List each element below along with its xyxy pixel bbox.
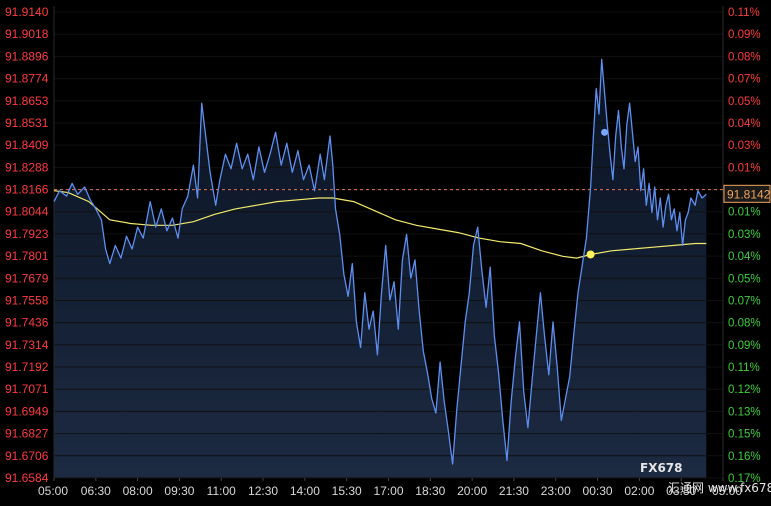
- y-tick-left: 91.6706: [5, 449, 49, 463]
- x-tick-label: 17:00: [373, 484, 403, 498]
- y-tick-left: 91.6949: [5, 404, 49, 418]
- y-tick-right: 0.11%: [728, 362, 760, 374]
- x-tick-label: 09:30: [164, 484, 194, 498]
- x-tick-label: 08:00: [123, 484, 153, 498]
- y-tick-left: 91.8896: [5, 49, 49, 63]
- y-tick-left: 91.7558: [5, 293, 49, 307]
- x-tick-label: 05:00: [38, 484, 68, 498]
- y-tick-left: 91.9140: [5, 5, 49, 19]
- chart-svg: 91.9140 91.9018 91.8896 91.8774 91.8653 91.85…: [0, 0, 771, 501]
- x-tick-label: 14:00: [290, 484, 320, 498]
- x-tick-label: 06:30: [81, 484, 111, 498]
- y-tick-right: 0.04%: [728, 251, 761, 263]
- y-tick-right: 0.03%: [728, 229, 761, 241]
- y-tick-right: 0.11%: [728, 7, 760, 19]
- x-tick-label: 20:00: [457, 484, 487, 498]
- watermark-text: 汇通网 www.fx678.com: [668, 481, 771, 495]
- y-tick-left: 91.6827: [5, 427, 49, 441]
- y-tick-left: 91.7923: [5, 227, 49, 241]
- last-price-label: 91.8142: [727, 187, 771, 201]
- y-tick-right: 0.07%: [728, 74, 761, 86]
- y-tick-right: 0.08%: [728, 318, 761, 330]
- y-tick-left: 91.8774: [5, 72, 49, 86]
- y-tick-right: 0.09%: [728, 29, 761, 41]
- y-tick-left: 91.7679: [5, 271, 49, 285]
- y-tick-right: 0.12%: [728, 384, 761, 396]
- y-tick-left: 91.7071: [5, 382, 49, 396]
- y-tick-right: 0.08%: [728, 51, 761, 63]
- y-tick-right: 0.05%: [728, 96, 761, 108]
- y-tick-left: 91.8531: [5, 116, 49, 130]
- y-tick-left: 91.7192: [5, 360, 49, 374]
- y-tick-left: 91.8288: [5, 160, 49, 174]
- y-tick-right: 0.07%: [728, 295, 761, 307]
- y-tick-left: 91.8653: [5, 94, 49, 108]
- y-tick-left: 91.6584: [5, 471, 49, 485]
- y-tick-right: 0.09%: [728, 340, 761, 352]
- y-tick-right: 0.04%: [728, 118, 761, 130]
- y-tick-left: 91.8409: [5, 138, 49, 152]
- x-tick-label: 11:00: [207, 484, 236, 498]
- y-tick-right: 0.15%: [728, 429, 761, 441]
- x-tick-label: 15:30: [332, 484, 362, 498]
- price-chart: 91.9140 91.9018 91.8896 91.8774 91.8653 91.85…: [0, 0, 771, 501]
- y-tick-left: 91.9018: [5, 27, 49, 41]
- y-tick-left: 91.8044: [5, 205, 49, 219]
- y-tick-right: 0.01%: [728, 207, 761, 219]
- y-tick-left: 91.7801: [5, 249, 49, 263]
- y-tick-right: 0.13%: [728, 406, 761, 418]
- x-tick-label: 23:00: [541, 484, 571, 498]
- y-tick-right: 0.05%: [728, 273, 761, 285]
- x-tick-label: 21:30: [499, 484, 529, 498]
- y-tick-right: 0.03%: [728, 140, 761, 152]
- x-tick-label: 18:30: [415, 484, 445, 498]
- y-tick-left: 91.7436: [5, 316, 49, 330]
- y-tick-left: 91.8166: [5, 183, 49, 197]
- average-marker: [586, 250, 595, 259]
- y-tick-right: 0.01%: [728, 162, 761, 174]
- price-marker: [601, 128, 609, 136]
- y-tick-right: 0.16%: [728, 451, 761, 463]
- x-tick-label: 02:00: [624, 484, 654, 498]
- x-tick-label: 12:30: [248, 484, 278, 498]
- x-tick-label: 00:30: [583, 484, 613, 498]
- watermark-logo: FX678: [640, 461, 683, 475]
- y-tick-left: 91.7314: [5, 338, 49, 352]
